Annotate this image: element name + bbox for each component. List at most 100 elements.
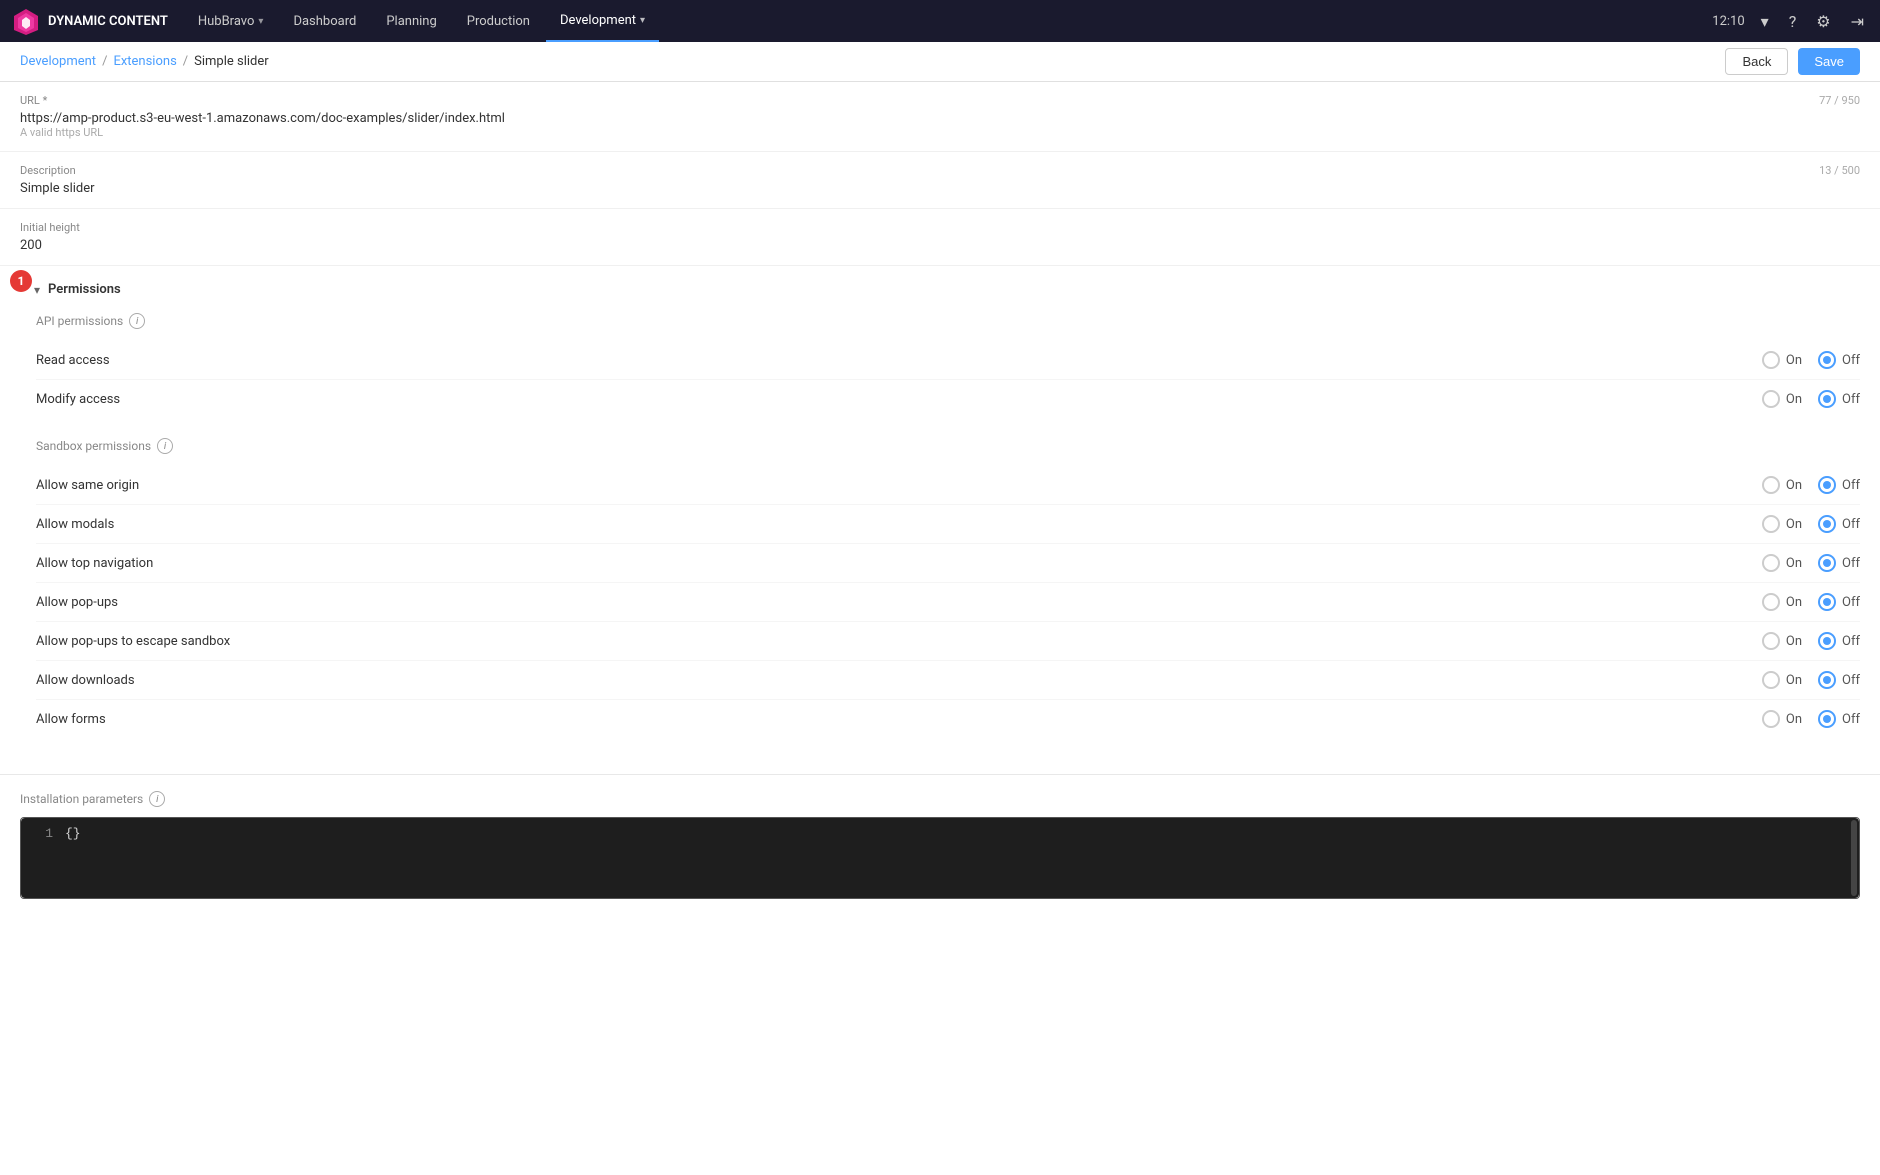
logo[interactable]: DYNAMIC CONTENT [12,7,168,35]
api-info-icon[interactable]: i [129,313,145,329]
forms-on-option[interactable]: On [1762,710,1802,728]
modify-access-on-radio[interactable] [1762,390,1780,408]
back-button[interactable]: Back [1725,48,1788,75]
url-section: URL * https://amp-product.s3-eu-west-1.a… [0,82,1880,152]
popups-off-radio[interactable] [1818,593,1836,611]
popups-on-radio[interactable] [1762,593,1780,611]
description-char-count: 13 / 500 [1819,164,1860,177]
top-nav-off-radio[interactable] [1818,554,1836,572]
collapse-icon: ▾ [34,283,40,297]
modify-access-off-radio[interactable] [1818,390,1836,408]
forms-radio-group: On Off [1762,710,1860,728]
permission-row-top-nav: Allow top navigation On Off [36,544,1860,583]
forms-on-label: On [1786,712,1802,727]
permission-row-forms: Allow forms On Off [36,700,1860,738]
url-hint: A valid https URL [20,126,505,139]
code-editor-wrapper: 1 {} [20,817,1860,899]
popups-escape-radio-group: On Off [1762,632,1860,650]
breadcrumb: Development / Extensions / Simple slider [20,54,269,69]
logo-icon [12,7,40,35]
forms-off-option[interactable]: Off [1818,710,1860,728]
popups-off-option[interactable]: Off [1818,593,1860,611]
permissions-section: 1 ▾ Permissions API permissions i Read a… [0,266,1880,774]
sandbox-info-icon[interactable]: i [157,438,173,454]
sandbox-permissions-label: Sandbox permissions i [36,438,1860,454]
save-button[interactable]: Save [1798,48,1860,75]
nav-item-planning[interactable]: Planning [372,0,450,42]
same-origin-on-option[interactable]: On [1762,476,1802,494]
breadcrumb-actions: Back Save [1725,48,1860,75]
nav-item-dashboard[interactable]: Dashboard [279,0,370,42]
read-access-radio-group: On Off [1762,351,1860,369]
api-permissions-label: API permissions i [36,313,1860,329]
downloads-radio-group: On Off [1762,671,1860,689]
description-label: Description [20,164,95,177]
same-origin-off-option[interactable]: Off [1818,476,1860,494]
code-content[interactable]: {} [65,826,1847,890]
permission-row-modify-access: Modify access On Off [36,380,1860,418]
modals-on-radio[interactable] [1762,515,1780,533]
modals-on-option[interactable]: On [1762,515,1802,533]
url-value: https://amp-product.s3-eu-west-1.amazona… [20,111,505,126]
downloads-on-radio[interactable] [1762,671,1780,689]
modify-access-radio-group: On Off [1762,390,1860,408]
breadcrumb-development[interactable]: Development [20,54,96,69]
read-access-on-option[interactable]: On [1762,351,1802,369]
popups-on-option[interactable]: On [1762,593,1802,611]
permission-row-same-origin: Allow same origin On Off [36,466,1860,505]
same-origin-radio-group: On Off [1762,476,1860,494]
modals-off-option[interactable]: Off [1818,515,1860,533]
downloads-on-label: On [1786,673,1802,688]
chevron-down-icon[interactable]: ▾ [1757,8,1773,35]
description-field: Description Simple slider [20,164,95,196]
description-section: Description Simple slider 13 / 500 [0,152,1880,209]
permissions-header[interactable]: 1 ▾ Permissions [20,282,1860,297]
read-access-off-radio[interactable] [1818,351,1836,369]
code-editor[interactable]: 1 {} [21,818,1859,898]
same-origin-on-radio[interactable] [1762,476,1780,494]
help-icon[interactable]: ? [1785,8,1801,35]
forms-label: Allow forms [36,712,106,727]
downloads-off-radio[interactable] [1818,671,1836,689]
step-badge: 1 [10,270,32,292]
forms-off-radio[interactable] [1818,710,1836,728]
popups-escape-on-option[interactable]: On [1762,632,1802,650]
read-access-off-option[interactable]: Off [1818,351,1860,369]
same-origin-label: Allow same origin [36,478,139,493]
top-nav-off-label: Off [1842,556,1860,571]
popups-escape-on-label: On [1786,634,1802,649]
top-nav-on-label: On [1786,556,1802,571]
popups-escape-off-option[interactable]: Off [1818,632,1860,650]
initial-height-label: Initial height [20,221,1860,234]
downloads-off-option[interactable]: Off [1818,671,1860,689]
forms-on-radio[interactable] [1762,710,1780,728]
top-nav-on-option[interactable]: On [1762,554,1802,572]
install-params-info-icon[interactable]: i [149,791,165,807]
popups-escape-off-label: Off [1842,634,1860,649]
top-nav-off-option[interactable]: Off [1818,554,1860,572]
modify-access-off-option[interactable]: Off [1818,390,1860,408]
modify-access-label: Modify access [36,392,120,407]
popups-escape-off-radio[interactable] [1818,632,1836,650]
settings-icon[interactable]: ⚙ [1812,8,1834,35]
downloads-label: Allow downloads [36,673,135,688]
same-origin-off-radio[interactable] [1818,476,1836,494]
url-char-count: 77 / 950 [1819,94,1860,107]
same-origin-on-label: On [1786,478,1802,493]
nav-item-hubbravo[interactable]: HubBravo ▾ [184,0,278,42]
editor-scrollbar[interactable] [1851,820,1857,896]
top-nav-on-radio[interactable] [1762,554,1780,572]
nav-item-production[interactable]: Production [453,0,544,42]
modals-off-radio[interactable] [1818,515,1836,533]
modify-access-on-option[interactable]: On [1762,390,1802,408]
url-label: URL * [20,94,505,107]
nav-item-development[interactable]: Development ▾ [546,0,659,42]
breadcrumb-extensions[interactable]: Extensions [113,54,176,69]
permission-row-popups: Allow pop-ups On Off [36,583,1860,622]
popups-escape-on-radio[interactable] [1762,632,1780,650]
read-access-on-radio[interactable] [1762,351,1780,369]
chevron-down-icon: ▾ [258,16,263,27]
modals-off-label: Off [1842,517,1860,532]
downloads-on-option[interactable]: On [1762,671,1802,689]
logout-icon[interactable]: ⇥ [1847,8,1868,35]
